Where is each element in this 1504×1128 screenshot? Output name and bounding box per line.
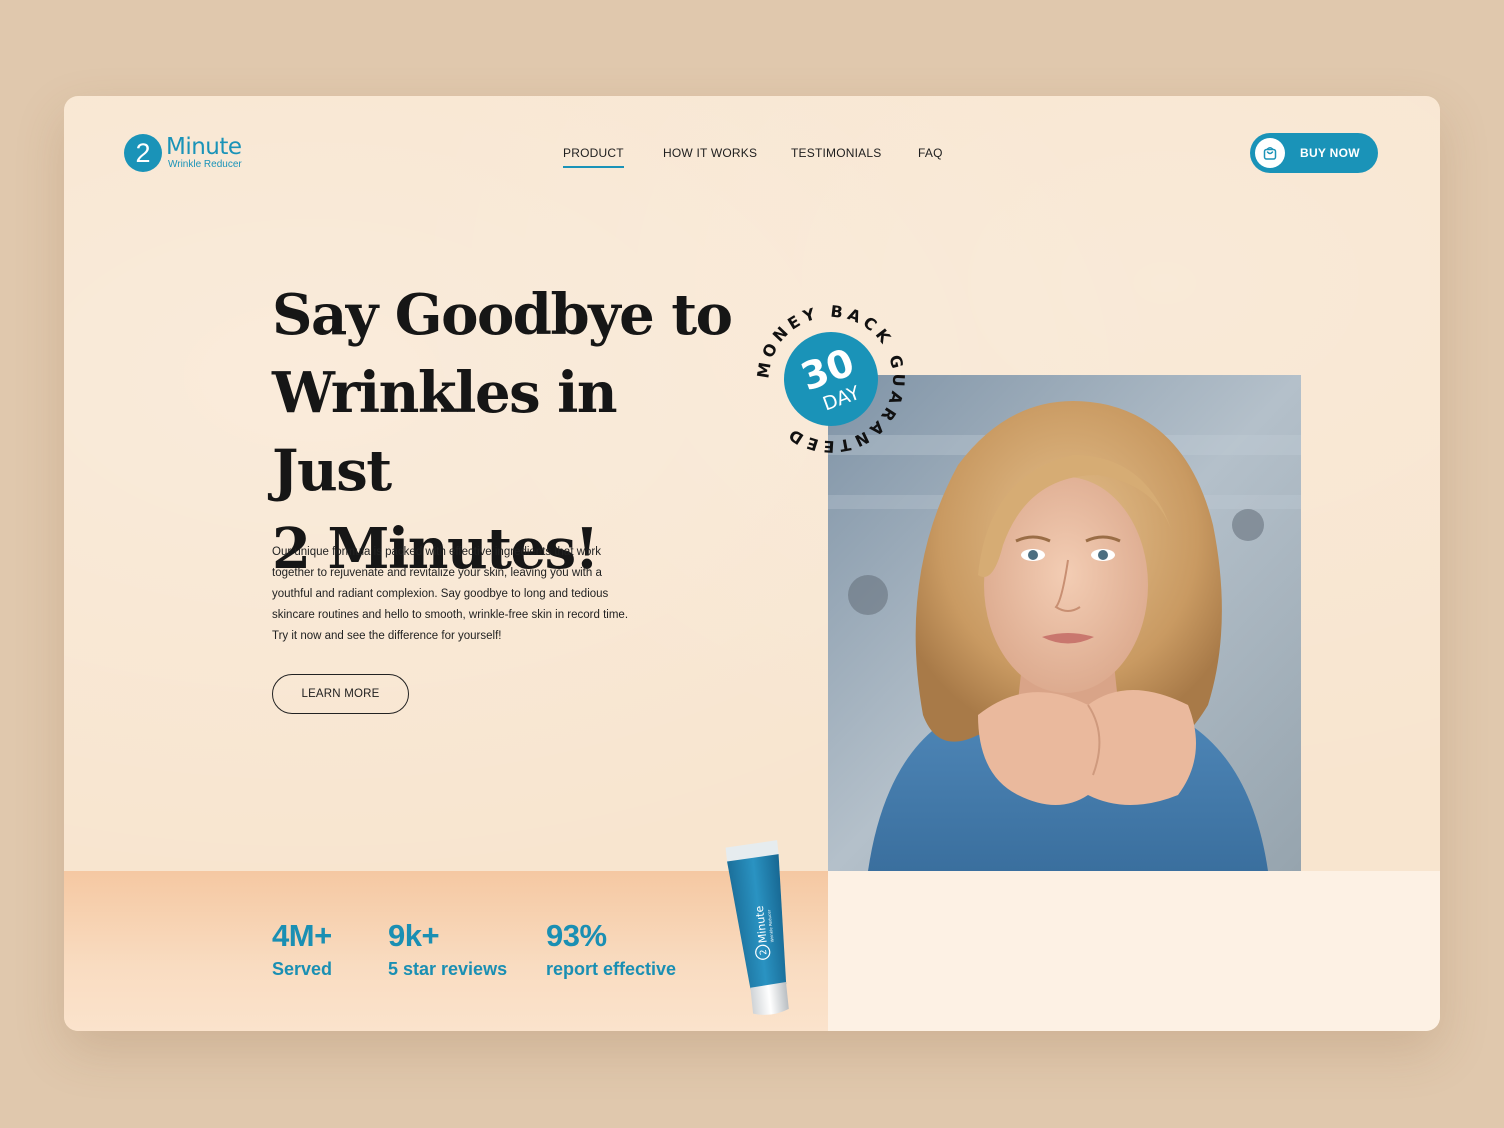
stat-value: 4M+ xyxy=(272,918,332,953)
landing-page-frame: 2 Minute Wrinkle Reducer PRODUCT HOW IT … xyxy=(64,96,1440,1031)
right-bottom-band xyxy=(828,871,1440,1031)
product-tube-image: 2 Minute Wrinkle Reducer xyxy=(724,836,804,1021)
stat-reviews: 9k+ 5 star reviews xyxy=(388,918,507,984)
buy-now-label: BUY NOW xyxy=(1300,146,1360,160)
learn-more-button[interactable]: LEARN MORE xyxy=(272,674,409,714)
stat-label: report effective xyxy=(546,959,677,979)
nav-item-how-it-works[interactable]: HOW IT WORKS xyxy=(663,146,757,160)
tube-logo-number: 2 xyxy=(759,949,770,956)
money-back-badge: MONEY BACK GUARANTEED 30 DAY xyxy=(753,302,906,457)
brand-logo[interactable]: 2 Minute Wrinkle Reducer xyxy=(124,134,254,174)
stat-served: 4M+ Served xyxy=(272,918,332,984)
stat-label: Served xyxy=(272,959,333,979)
stat-value: 9k+ xyxy=(388,918,440,953)
nav-item-product[interactable]: PRODUCT xyxy=(563,146,624,168)
buy-now-button[interactable]: BUY NOW xyxy=(1250,133,1378,173)
headline-line: Say Goodbye to xyxy=(272,282,733,348)
stat-value: 93% xyxy=(546,918,607,953)
stat-label: 5 star reviews xyxy=(388,959,508,979)
logo-word: Minute xyxy=(166,134,242,160)
nav-item-faq[interactable]: FAQ xyxy=(918,146,943,160)
logo-subtitle: Wrinkle Reducer xyxy=(168,159,242,170)
logo-number: 2 xyxy=(124,134,162,172)
hero-description: Our unique formula is packed with effect… xyxy=(272,546,629,642)
shopping-bag-icon xyxy=(1255,138,1285,168)
nav-item-testimonials[interactable]: TESTIMONIALS xyxy=(791,146,881,160)
headline-line: Wrinkles in Just xyxy=(272,360,618,504)
stat-effective: 93% report effective xyxy=(546,918,676,984)
